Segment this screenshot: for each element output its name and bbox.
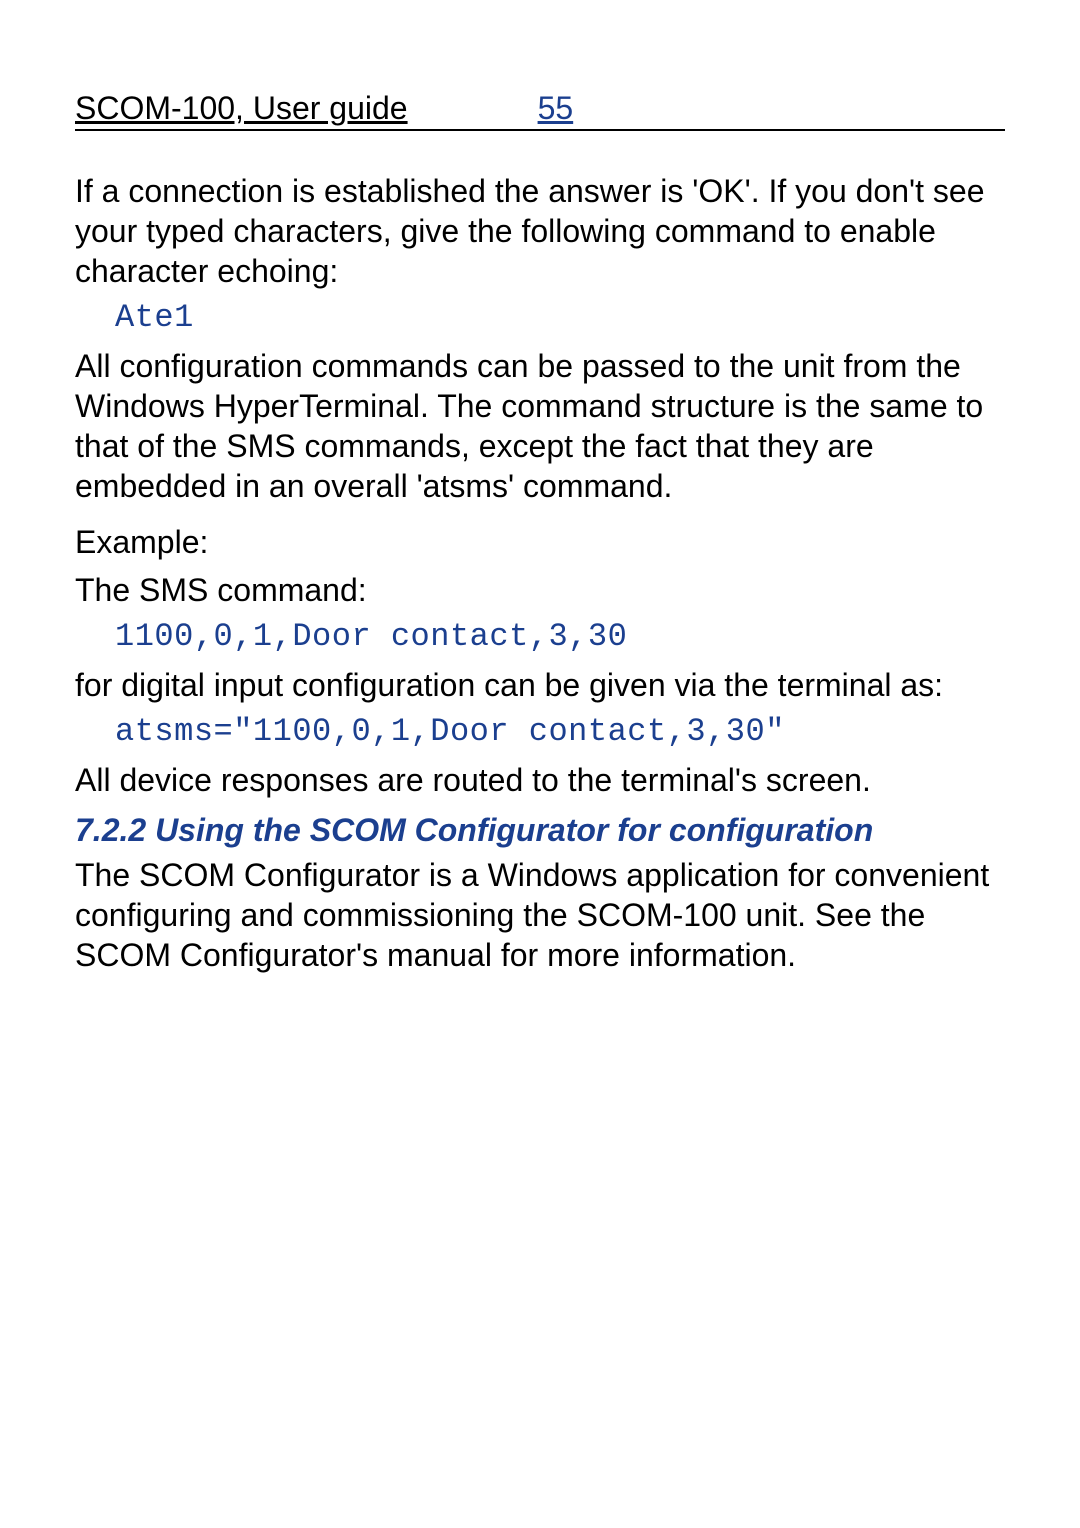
code-ate1: Ate1 — [115, 299, 1005, 336]
page-number: 55 — [538, 90, 574, 127]
code-atsms: atsms="1100,0,1,Door contact,3,30" — [115, 713, 1005, 750]
page-header: SCOM-100, User guide 55 — [75, 90, 1005, 131]
document-page: SCOM-100, User guide 55 If a connection … — [0, 0, 1080, 1043]
paragraph-config: All configuration commands can be passed… — [75, 346, 1005, 506]
doc-title: SCOM-100, User guide — [75, 90, 408, 127]
paragraph-terminal: for digital input configuration can be g… — [75, 665, 1005, 705]
paragraph-intro: If a connection is established the answe… — [75, 171, 1005, 291]
paragraph-sms-label: The SMS command: — [75, 570, 1005, 610]
code-sms-command: 1100,0,1,Door contact,3,30 — [115, 618, 1005, 655]
paragraph-configurator: The SCOM Configurator is a Windows appli… — [75, 855, 1005, 975]
paragraph-example-label: Example: — [75, 522, 1005, 562]
section-heading-722: 7.2.2 Using the SCOM Configurator for co… — [75, 812, 1005, 849]
paragraph-responses: All device responses are routed to the t… — [75, 760, 1005, 800]
